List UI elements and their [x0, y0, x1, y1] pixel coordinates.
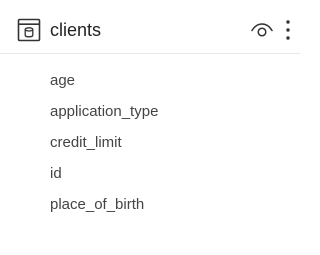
- table-name: clients: [50, 20, 102, 40]
- column-item-id[interactable]: id: [50, 165, 62, 183]
- more-vertical-icon[interactable]: [282, 17, 294, 43]
- table-header: clients: [0, 0, 300, 54]
- column-item-credit-limit[interactable]: credit_limit: [50, 134, 122, 152]
- table-icon: [17, 18, 41, 42]
- table-schema-panel: clients age application_type credit_limi…: [0, 0, 300, 255]
- column-item-place-of-birth[interactable]: place_of_birth: [50, 196, 144, 214]
- visibility-eye-icon[interactable]: [250, 20, 274, 40]
- column-item-age[interactable]: age: [50, 72, 75, 90]
- column-item-application-type[interactable]: application_type: [50, 103, 158, 121]
